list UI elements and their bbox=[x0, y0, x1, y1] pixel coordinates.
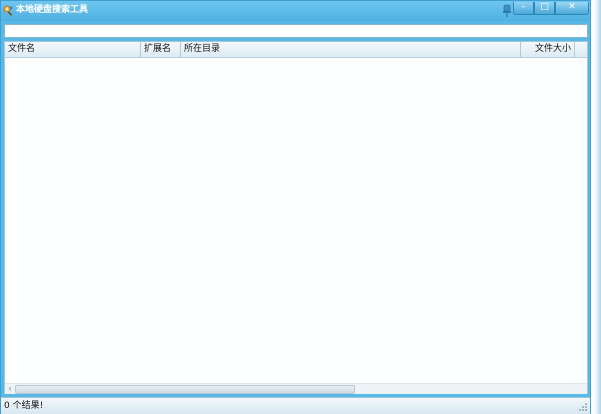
app-window: 本地硬盘搜索工具 – □ ✕ 文件名 扩展名 所在目录 文件大小 ‹ 0 个结果… bbox=[0, 0, 591, 414]
maximize-icon: □ bbox=[540, 2, 549, 12]
results-list[interactable]: 文件名 扩展名 所在目录 文件大小 ‹ bbox=[4, 41, 588, 394]
search-people-icon bbox=[3, 5, 13, 16]
minimize-button[interactable]: – bbox=[513, 2, 534, 15]
maximize-button[interactable]: □ bbox=[534, 2, 555, 15]
window-edge bbox=[594, 0, 601, 414]
list-header: 文件名 扩展名 所在目录 文件大小 bbox=[5, 42, 587, 58]
column-header-directory[interactable]: 所在目录 bbox=[181, 42, 521, 57]
column-header-filename[interactable]: 文件名 bbox=[5, 42, 141, 57]
scroll-thumb[interactable] bbox=[15, 385, 355, 394]
column-header-extension[interactable]: 扩展名 bbox=[141, 42, 181, 57]
pin-icon[interactable] bbox=[501, 4, 513, 18]
minimize-icon: – bbox=[521, 2, 526, 12]
window-title: 本地硬盘搜索工具 bbox=[16, 5, 89, 15]
close-icon: ✕ bbox=[568, 2, 576, 12]
result-count: 0 个结果! bbox=[4, 401, 44, 411]
status-bar: 0 个结果! bbox=[1, 397, 590, 414]
close-button[interactable]: ✕ bbox=[555, 2, 589, 15]
horizontal-scrollbar[interactable]: ‹ bbox=[5, 383, 587, 394]
column-header-filesize[interactable]: 文件大小 bbox=[521, 42, 575, 57]
search-input[interactable] bbox=[4, 24, 588, 38]
list-body[interactable] bbox=[5, 58, 587, 383]
title-bar[interactable]: 本地硬盘搜索工具 – □ ✕ bbox=[1, 1, 590, 21]
column-header-filler bbox=[575, 42, 587, 57]
resize-grip-icon[interactable] bbox=[578, 402, 588, 412]
scroll-left-icon[interactable]: ‹ bbox=[5, 384, 15, 394]
